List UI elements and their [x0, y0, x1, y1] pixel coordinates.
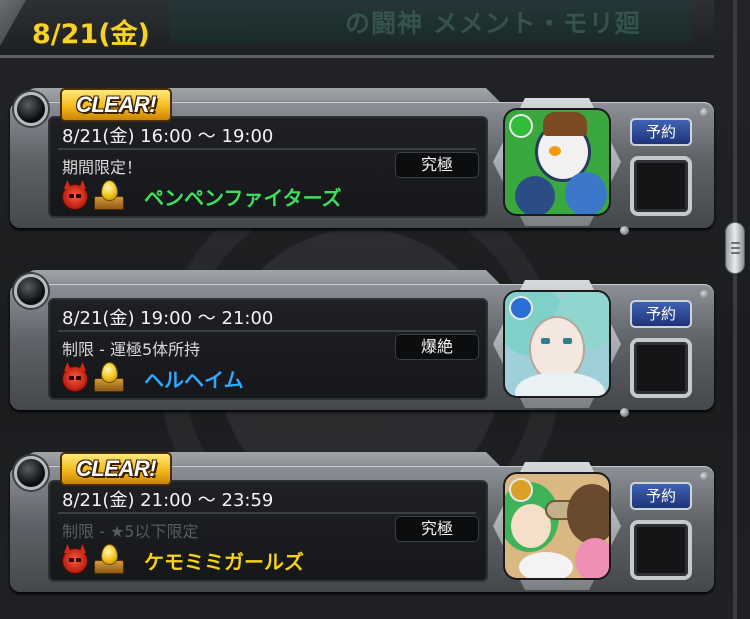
rivet — [620, 408, 629, 417]
scroll-handle[interactable] — [725, 222, 745, 274]
reserve-button[interactable]: 予約 — [630, 118, 692, 146]
reserve-checkbox[interactable] — [630, 156, 692, 216]
quest-info-panel[interactable]: 8/21(金) 16:00 ～ 19:00 期間限定！ 究極 ペンペンファイター… — [48, 116, 488, 218]
header-corner-cap — [0, 0, 26, 46]
date-header: の闘神 メメント・モリ廻 8/21(金) — [0, 0, 714, 58]
clear-badge: CLEAR! — [60, 88, 172, 122]
difficulty-badge: 爆絶 — [395, 334, 479, 360]
rivet — [700, 290, 709, 299]
difficulty-badge: 究極 — [395, 152, 479, 178]
demon-face-icon — [62, 184, 88, 210]
divider — [58, 512, 476, 514]
reserve-button[interactable]: 予約 — [630, 300, 692, 328]
monster-portrait[interactable] — [503, 290, 611, 398]
scroll-rail[interactable] — [733, 0, 737, 619]
dial-knob-icon — [14, 92, 48, 126]
quest-time: 8/21(金) 19:00 ～ 21:00 — [62, 308, 274, 329]
scroll-grip — [731, 242, 740, 244]
dial-knob-icon — [14, 456, 48, 490]
quest-card[interactable]: 8/21(金) 21:00 ～ 23:59 制限 - ★5以下限定 究極 ケモミ… — [10, 452, 714, 592]
quest-name: ケモミミガールズ — [144, 550, 304, 574]
treasure-egg-icon — [94, 180, 124, 210]
dial-knob-icon — [14, 274, 48, 308]
rivet — [620, 226, 629, 235]
monster-portrait[interactable] — [503, 108, 611, 216]
divider — [58, 330, 476, 332]
quest-condition: 制限 - ★5以下限定 — [62, 522, 199, 541]
reserve-checkbox[interactable] — [630, 520, 692, 580]
quest-card[interactable]: 8/21(金) 16:00 ～ 19:00 期間限定！ 究極 ペンペンファイター… — [10, 88, 714, 235]
treasure-egg-icon — [94, 362, 124, 392]
monster-portrait[interactable] — [503, 472, 611, 580]
demon-face-icon — [62, 548, 88, 574]
element-badge-icon — [509, 114, 533, 138]
reserve-checkbox[interactable] — [630, 338, 692, 398]
quest-card[interactable]: 8/21(金) 19:00 ～ 21:00 制限 - 運極5体所持 爆絶 ヘルヘ… — [10, 270, 714, 417]
difficulty-badge: 究極 — [395, 516, 479, 542]
quest-info-panel[interactable]: 8/21(金) 19:00 ～ 21:00 制限 - 運極5体所持 爆絶 ヘルヘ… — [48, 298, 488, 400]
divider — [58, 148, 476, 150]
treasure-egg-icon — [94, 544, 124, 574]
quest-condition: 期間限定！ — [62, 158, 143, 177]
scroll-grip — [731, 247, 740, 249]
reserve-button[interactable]: 予約 — [630, 482, 692, 510]
event-banner[interactable]: の闘神 メメント・モリ廻 — [170, 0, 690, 44]
quest-info-panel[interactable]: 8/21(金) 21:00 ～ 23:59 制限 - ★5以下限定 究極 ケモミ… — [48, 480, 488, 582]
event-banner-text: の闘神 メメント・モリ廻 — [345, 9, 641, 38]
quest-condition: 制限 - 運極5体所持 — [62, 340, 201, 359]
element-badge-icon — [509, 296, 533, 320]
rivet — [700, 108, 709, 117]
quest-time: 8/21(金) 16:00 ～ 19:00 — [62, 126, 274, 147]
quest-name: ヘルヘイム — [144, 368, 244, 392]
quest-time: 8/21(金) 21:00 ～ 23:59 — [62, 490, 274, 511]
element-badge-icon — [509, 478, 533, 502]
scroll-grip — [731, 252, 740, 254]
clear-badge: CLEAR! — [60, 452, 172, 486]
demon-face-icon — [62, 366, 88, 392]
quest-name: ペンペンファイターズ — [144, 186, 342, 210]
rivet — [700, 472, 709, 481]
header-date: 8/21(金) — [32, 19, 150, 50]
